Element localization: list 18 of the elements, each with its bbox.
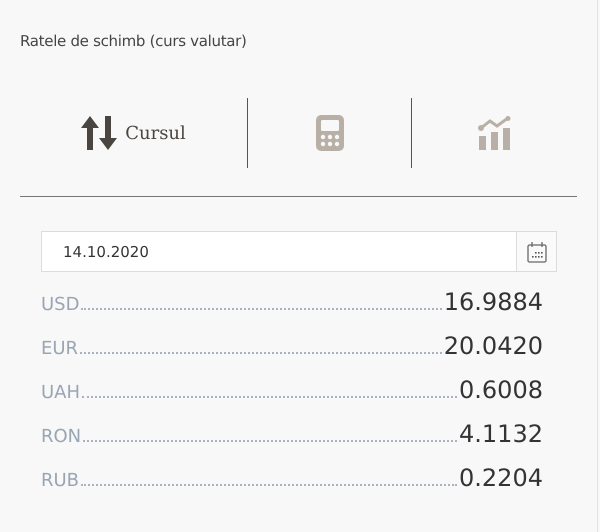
exchange-rate: 0.2204 — [459, 464, 543, 492]
calculator-icon — [316, 115, 344, 151]
currency-code: EUR — [41, 338, 78, 359]
date-field[interactable]: 14.10.2020 — [41, 231, 516, 272]
calendar-icon — [526, 240, 546, 262]
bar-chart-icon — [478, 116, 512, 150]
exchange-rate: 4.1132 — [459, 420, 543, 448]
currency-code: USD — [41, 294, 80, 315]
exchange-rate: 16.9884 — [444, 288, 543, 316]
swap-arrows-icon — [81, 116, 118, 150]
currency-code: RUB — [41, 470, 80, 491]
exchange-rate: 0.6008 — [459, 376, 543, 404]
tab[interactable]: Cursul — [20, 98, 248, 168]
currency-code: UAH — [41, 382, 80, 403]
exchange-rate: 20.0420 — [444, 332, 543, 360]
calendar-button[interactable] — [516, 231, 557, 272]
currency-code: RON — [41, 426, 82, 447]
panel-title: Ratele de schimb (curs valutar) — [20, 32, 248, 52]
